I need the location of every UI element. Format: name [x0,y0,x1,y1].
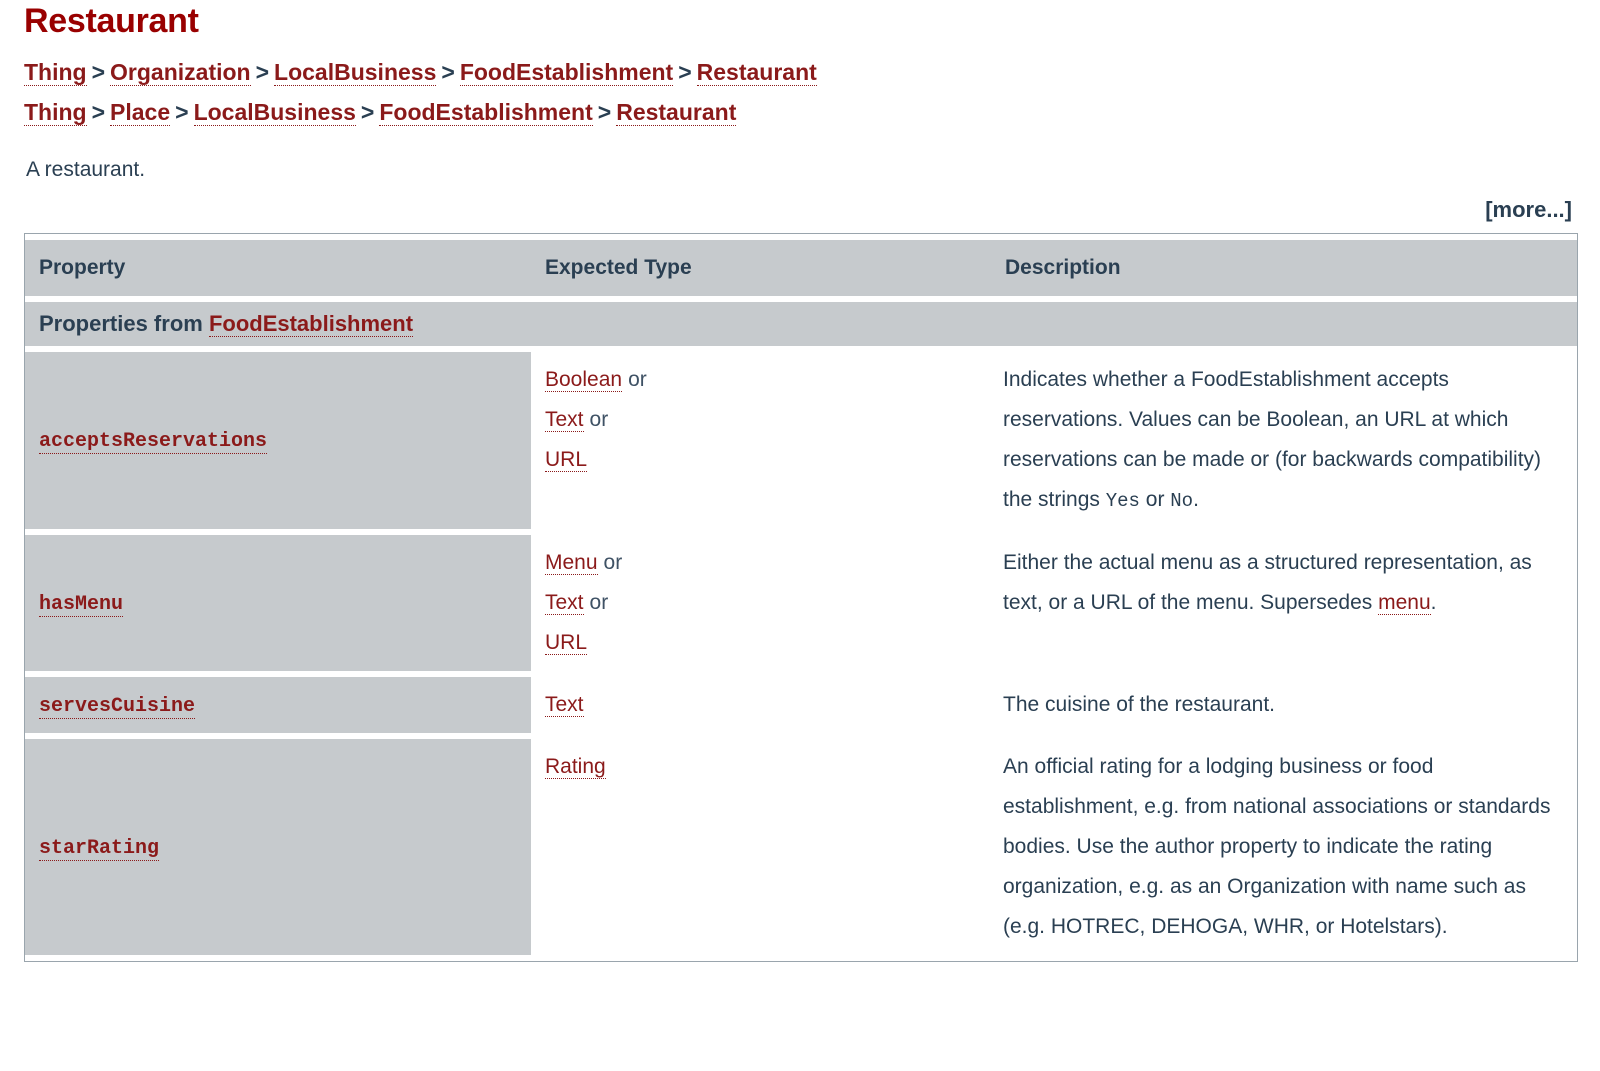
expected-type-link-text[interactable]: Text [545,692,584,717]
property-description-cell: The cuisine of the restaurant. [991,676,1577,733]
breadcrumb-link-thing[interactable]: Thing [24,58,87,86]
breadcrumb-link-foodestablishment[interactable]: FoodEstablishment [459,58,674,86]
description-text: Either the actual menu as a structured r… [1003,550,1532,614]
properties-section-cell: Properties from FoodEstablishment [25,301,1577,346]
description-text: Indicates whether a FoodEstablishment ac… [1003,367,1542,511]
more-row: [more...] [24,197,1576,223]
properties-section-prefix: Properties from [39,310,209,336]
more-link[interactable]: [more...] [1485,197,1572,222]
breadcrumb-separator: > [360,98,375,125]
type-or-label: or [628,367,647,391]
description-text: or [1139,487,1171,511]
property-name-cell: hasMenu [25,534,531,671]
description-text: An official rating for a lodging busines… [1003,754,1551,938]
properties-table: Property Expected Type Description Prope… [24,232,1578,962]
expected-type-line: Menu or [545,543,981,583]
breadcrumb-link-restaurant[interactable]: Restaurant [616,98,737,126]
expected-type-cell: Menu or Text or URL [531,534,991,671]
breadcrumb-link-organization[interactable]: Organization [110,58,251,86]
expected-type-link-boolean[interactable]: Boolean [545,367,623,392]
expected-type-link-menu[interactable]: Menu [545,550,598,575]
breadcrumb-link-localbusiness[interactable]: LocalBusiness [274,58,437,86]
breadcrumb-separator: > [678,58,692,85]
property-name-cell: acceptsReservations [25,351,531,529]
expected-type-line: URL [545,440,981,480]
breadcrumb-separator: > [175,98,189,125]
table-row: hasMenu Menu or Text or URL Either the actual … [25,534,1577,671]
expected-type-line: Boolean or [545,360,981,400]
property-link-hasMenu[interactable]: hasMenu [39,592,124,617]
expected-type-link-url[interactable]: URL [545,630,588,655]
expected-type-cell: Boolean or Text or URL [531,351,991,529]
table-body: Properties from FoodEstablishment accepts… [25,301,1577,955]
property-description-cell: Indicates whether a FoodEstablishment ac… [991,351,1577,529]
description-code: Yes [1105,489,1140,512]
column-header-description: Description [991,239,1577,296]
expected-type-line: Rating [545,747,981,787]
expected-type-link-rating[interactable]: Rating [545,754,606,779]
breadcrumb-trails: Thing > Organization > LocalBusiness > FoodEst… [24,52,1576,132]
breadcrumb-separator: > [91,58,106,85]
breadcrumb-link-thing[interactable]: Thing [24,98,87,126]
description-text: . [1193,487,1199,511]
expected-type-cell: Text [531,676,991,733]
type-description: A restaurant. [26,157,146,181]
expected-type-line: Text [545,685,981,725]
breadcrumb-trail: Thing > Place > LocalBusiness > FoodEstablishm… [24,92,1576,132]
property-name-cell: starRating [25,738,531,955]
breadcrumb-separator: > [255,58,270,85]
schema-type-page: Restaurant Thing > Organization > LocalBusin… [0,2,1600,962]
breadcrumb-separator: > [441,58,455,85]
breadcrumb-link-localbusiness[interactable]: LocalBusiness [193,98,356,126]
property-link-acceptsReservations[interactable]: acceptsReservations [39,430,268,455]
expected-type-link-url[interactable]: URL [545,447,588,472]
description-text: . [1430,590,1437,614]
expected-type-line: Text or [545,583,981,623]
page-title: Restaurant [24,2,199,40]
expected-type-line: Text or [545,400,981,440]
description-code: No [1170,489,1194,512]
property-description-cell: Either the actual menu as a structured r… [991,534,1577,671]
breadcrumb-trail: Thing > Organization > LocalBusiness > FoodEst… [24,52,1576,92]
column-header-property: Property [25,239,531,296]
properties-section-row: Properties from FoodEstablishment [25,301,1577,346]
description-text: The cuisine of the restaurant. [1003,692,1275,716]
description-link-menu[interactable]: menu [1378,590,1431,615]
table-row: servesCuisine Text The cuisine of the rest… [25,676,1577,733]
expected-type-link-text[interactable]: Text [545,407,584,432]
breadcrumb-link-foodestablishment[interactable]: FoodEstablishment [379,98,593,126]
column-header-expected-type: Expected Type [531,239,991,296]
type-or-label: or [589,590,609,614]
table-row: acceptsReservations Boolean or Text or URL Ind… [25,351,1577,529]
property-link-servesCuisine[interactable]: servesCuisine [39,694,196,719]
type-or-label: or [589,407,609,431]
expected-type-line: URL [545,623,981,663]
expected-type-link-text[interactable]: Text [545,590,584,615]
property-link-starRating[interactable]: starRating [39,836,160,861]
properties-section-link[interactable]: FoodEstablishment [208,310,414,337]
table-header-row: Property Expected Type Description [25,239,1577,296]
breadcrumb-link-place[interactable]: Place [110,98,171,126]
table-row: starRating Rating An official rating for a… [25,738,1577,955]
property-name-cell: servesCuisine [25,676,531,733]
property-description-cell: An official rating for a lodging busines… [991,738,1577,955]
type-or-label: or [603,550,623,574]
breadcrumb-link-restaurant[interactable]: Restaurant [696,58,817,86]
breadcrumb-separator: > [91,98,106,125]
expected-type-cell: Rating [531,738,991,955]
table-head: Property Expected Type Description [25,239,1577,296]
breadcrumb-separator: > [597,98,612,125]
